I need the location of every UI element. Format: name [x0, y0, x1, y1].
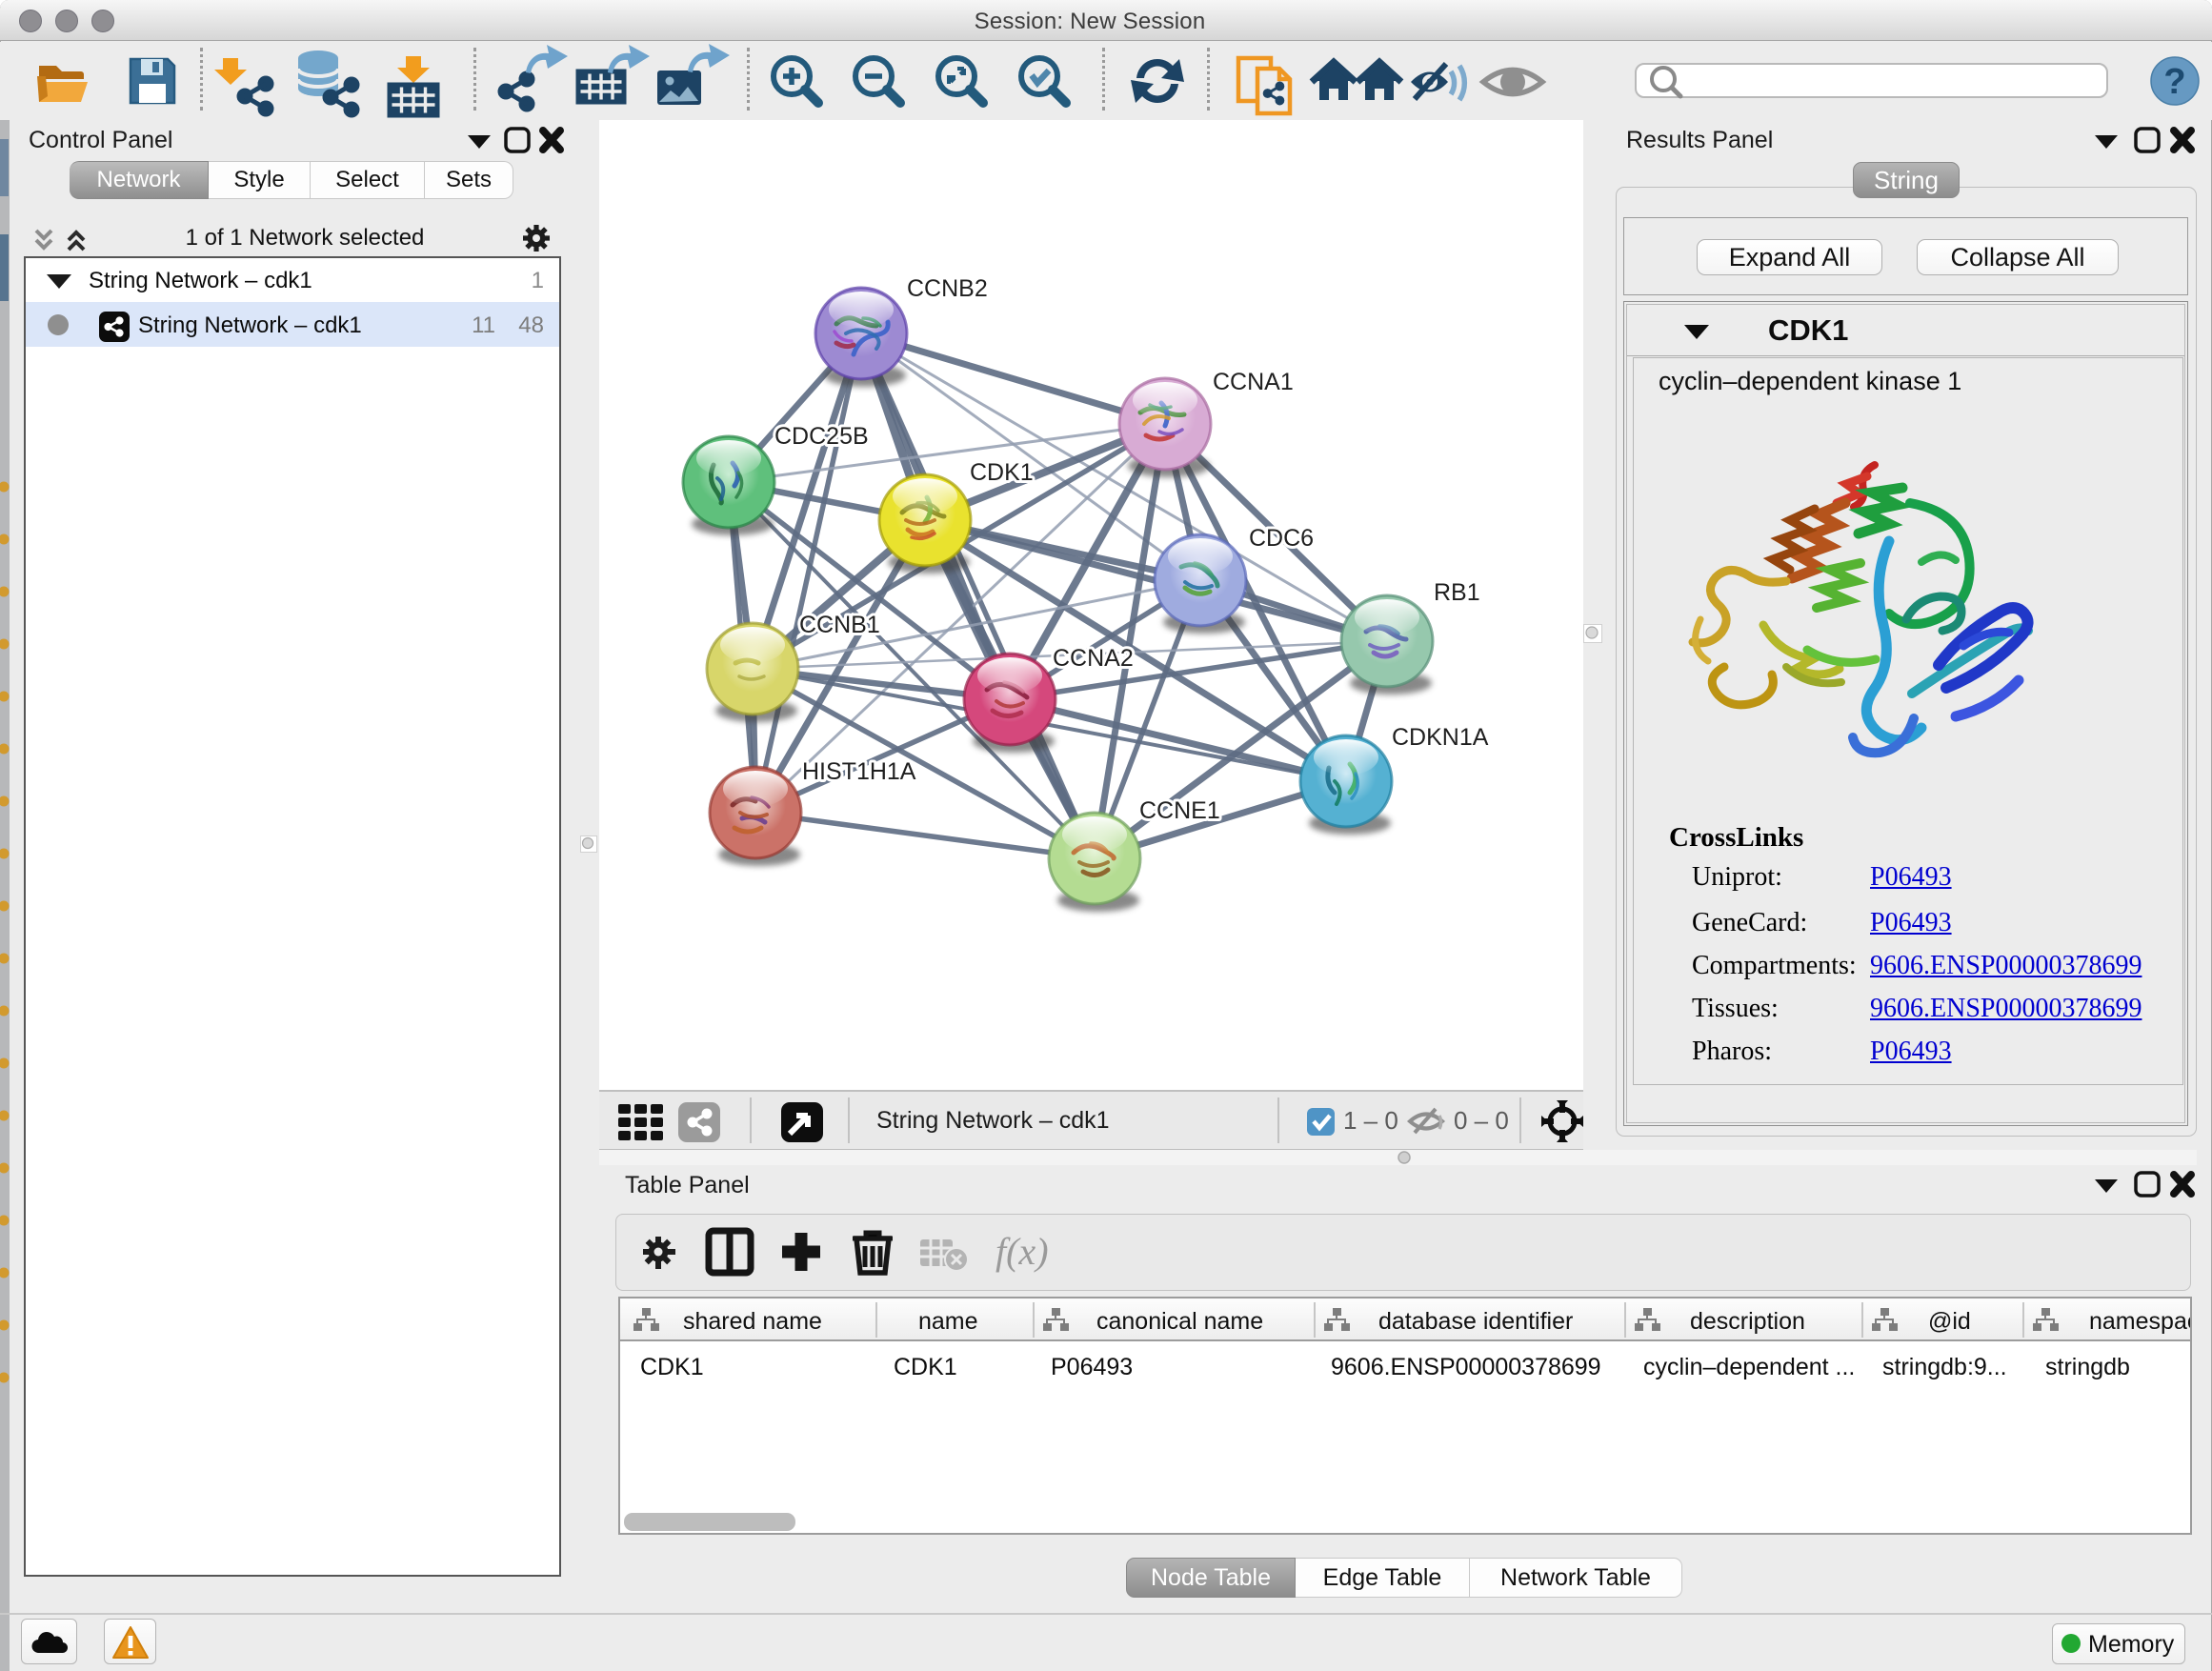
svg-text:RB1: RB1: [1434, 579, 1480, 606]
svg-text:CDC6: CDC6: [1249, 525, 1314, 552]
svg-text:?: ?: [2163, 62, 2185, 102]
svg-text:description: description: [1690, 1308, 1805, 1335]
svg-text:CCNA1: CCNA1: [1213, 369, 1294, 395]
svg-text:String Network – cdk1: String Network – cdk1: [876, 1107, 1110, 1134]
svg-text:shared name: shared name: [683, 1308, 822, 1335]
svg-text:1 – 0: 1 – 0: [1343, 1106, 1398, 1135]
svg-text:@id: @id: [1928, 1308, 1971, 1335]
svg-text:canonical name: canonical name: [1096, 1308, 1263, 1335]
svg-text:namespac: namespac: [2089, 1308, 2190, 1335]
svg-text:CDK1: CDK1: [970, 459, 1034, 486]
svg-text:CDC25B: CDC25B: [774, 423, 869, 450]
svg-text:CCNA2: CCNA2: [1053, 645, 1134, 672]
svg-text:name: name: [918, 1308, 978, 1335]
svg-text:HIST1H1A: HIST1H1A: [802, 758, 916, 785]
svg-text:database identifier: database identifier: [1378, 1308, 1573, 1335]
svg-text:CCNB2: CCNB2: [907, 275, 988, 302]
svg-text:CCNE1: CCNE1: [1139, 797, 1220, 824]
svg-text:CDKN1A: CDKN1A: [1392, 724, 1489, 751]
svg-text:0 – 0: 0 – 0: [1454, 1106, 1509, 1135]
svg-text:f(x): f(x): [995, 1230, 1049, 1273]
svg-text:CCNB1: CCNB1: [799, 612, 880, 638]
